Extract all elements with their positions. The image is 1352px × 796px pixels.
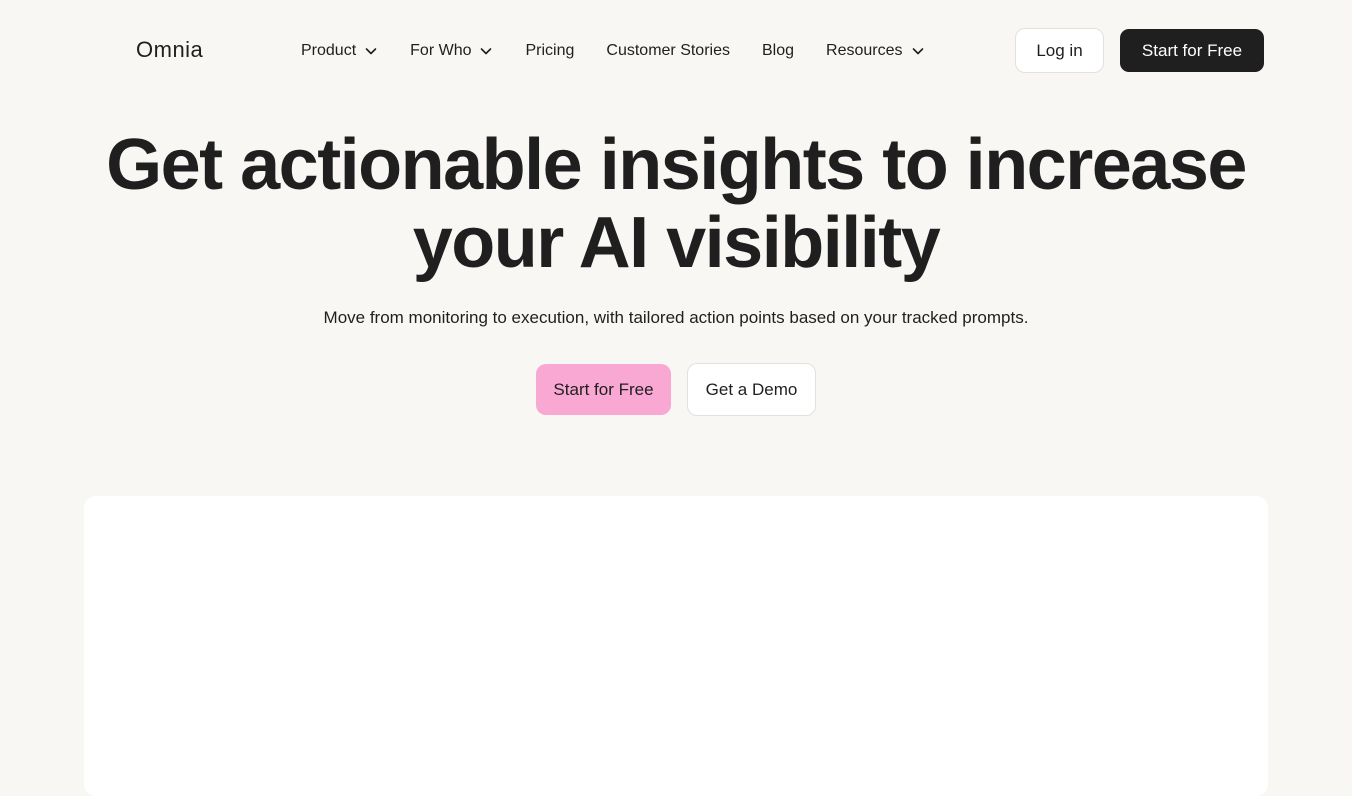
nav-item-label: Resources	[826, 42, 903, 59]
brand-logo[interactable]: Omnia	[136, 36, 203, 64]
nav-item-for-who[interactable]: For Who	[410, 38, 493, 64]
hero-subtitle: Move from monitoring to execution, with …	[323, 308, 1029, 327]
nav-item-blog[interactable]: Blog	[762, 38, 794, 64]
start-for-free-hero-button[interactable]: Start for Free	[536, 364, 671, 415]
nav-item-label: Customer Stories	[606, 42, 730, 59]
hero-title-line-1: Get actionable insights to increase	[106, 125, 1247, 205]
hero-title-line-2: your AI visibility	[412, 203, 941, 283]
nav-item-label: Product	[301, 42, 357, 59]
get-a-demo-button[interactable]: Get a Demo	[687, 363, 816, 416]
nav-item-product[interactable]: Product	[301, 38, 378, 64]
nav-item-label: Pricing	[525, 42, 575, 59]
chevron-down-icon	[912, 48, 923, 55]
nav-item-label: For Who	[410, 42, 472, 59]
chevron-down-icon	[481, 48, 492, 55]
hero-title: Get actionable insights to increase your…	[0, 126, 1352, 282]
product-preview-card	[84, 496, 1268, 796]
chevron-down-icon	[365, 48, 377, 55]
nav-item-customer-stories[interactable]: Customer Stories	[606, 38, 730, 64]
hero-cta-row: Start for Free Get a Demo	[0, 363, 1352, 416]
nav-item-label: Blog	[761, 42, 795, 59]
main-nav: Product For Who Pricing Customer Stories…	[301, 38, 925, 64]
nav-item-pricing[interactable]: Pricing	[525, 38, 574, 64]
nav-item-resources[interactable]: Resources	[826, 38, 924, 64]
start-for-free-header-button[interactable]: Start for Free	[1120, 29, 1264, 72]
site-header: Omnia Product For Who Pricing Customer S…	[0, 0, 1352, 100]
login-button[interactable]: Log in	[1015, 28, 1104, 73]
